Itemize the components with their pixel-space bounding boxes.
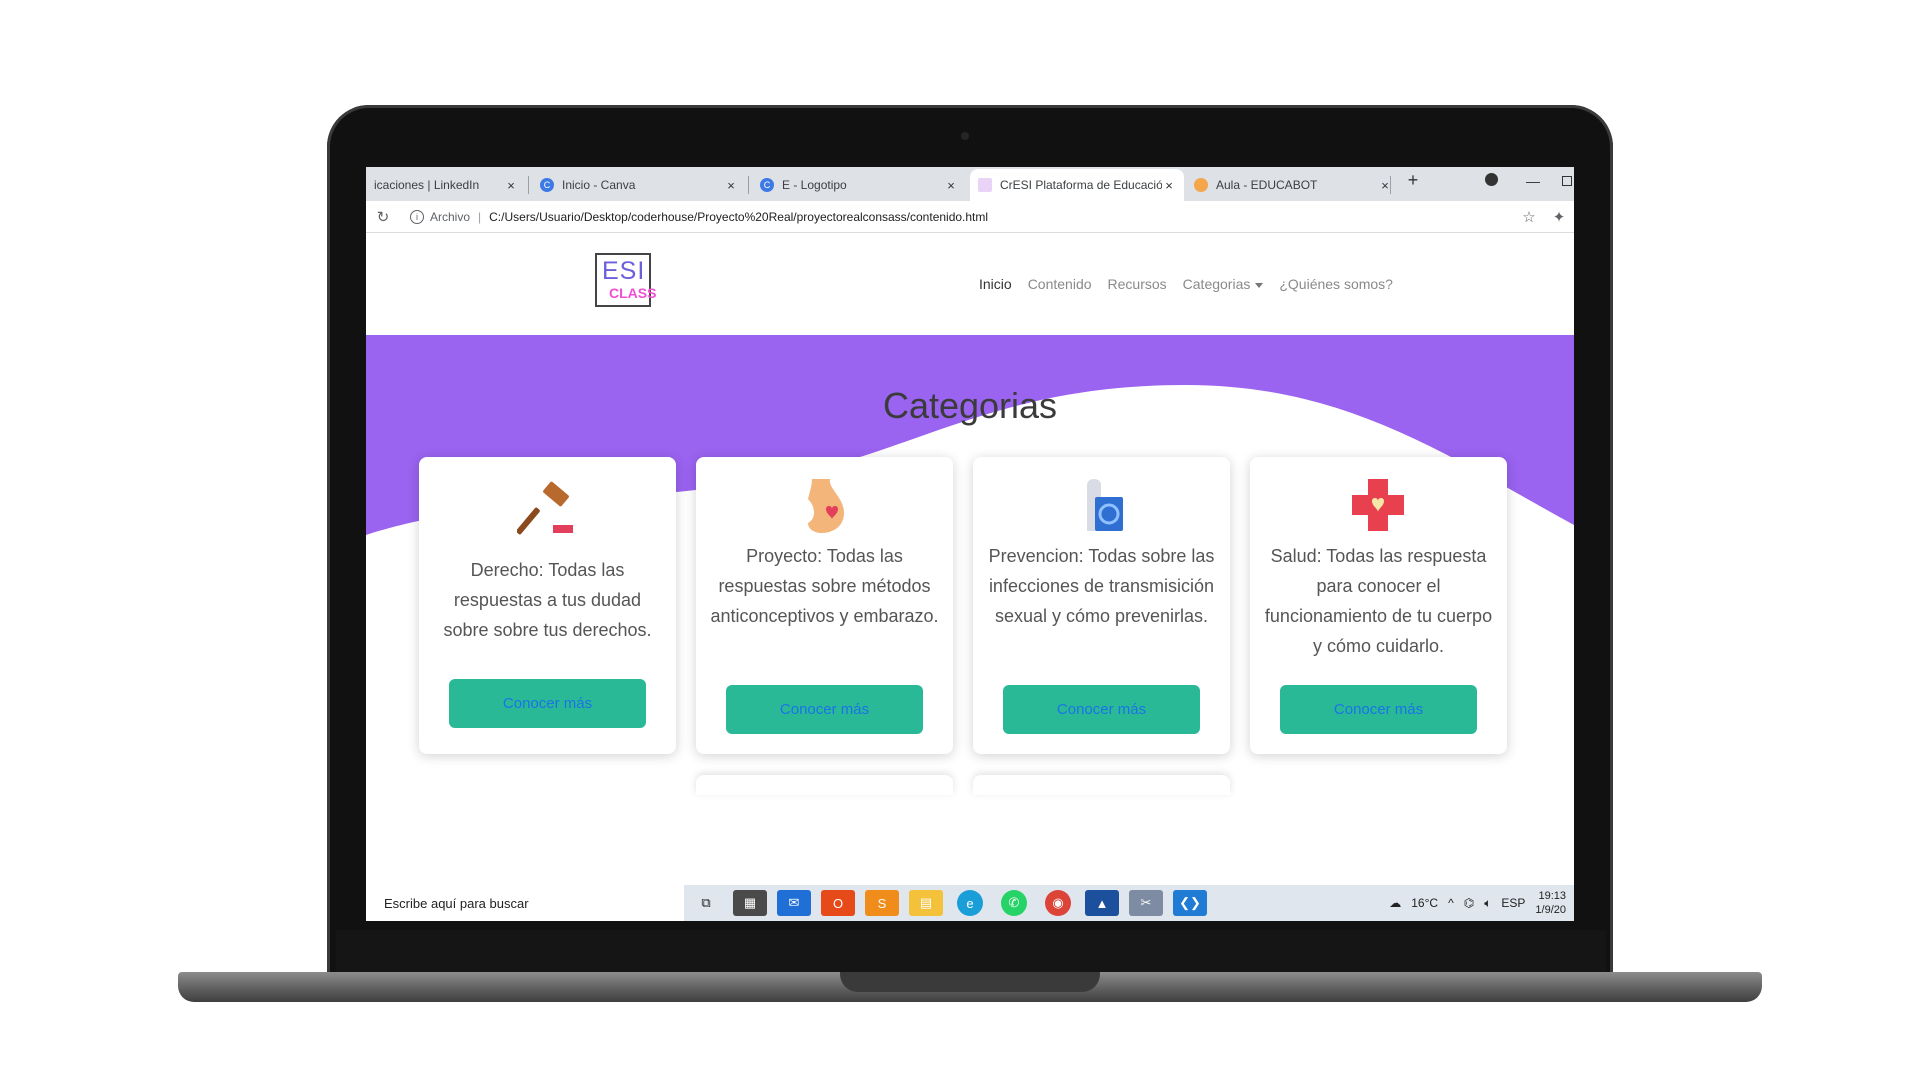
site-logo[interactable]: ESI CLASS xyxy=(595,253,656,307)
logo-text-class: CLASS xyxy=(609,285,657,301)
caret-down-icon xyxy=(1255,282,1264,288)
educabot-icon xyxy=(1194,178,1208,192)
tab-separator xyxy=(1390,176,1391,194)
extensions-puzzle-icon[interactable]: ✦ xyxy=(1544,208,1574,226)
url-input[interactable]: i Archivo | C:/Users/Usuario/Desktop/cod… xyxy=(400,205,1514,229)
card-partial xyxy=(973,775,1230,795)
edge-icon[interactable]: e xyxy=(957,890,983,916)
conocer-mas-button[interactable]: Conocer más xyxy=(1003,685,1200,734)
health-cross-icon xyxy=(1352,479,1404,531)
taskbar-search-input[interactable]: Escribe aquí para buscar xyxy=(366,885,684,921)
nav-link-contenido[interactable]: Contenido xyxy=(1028,276,1092,292)
task-view-icon[interactable]: ⧉ xyxy=(689,890,723,916)
url-text: C:/Users/Usuario/Desktop/coderhouse/Proy… xyxy=(489,209,989,224)
canva-icon: C xyxy=(540,178,554,192)
nav-dropdown-categorias[interactable]: Categorias xyxy=(1183,276,1264,292)
close-icon[interactable]: × xyxy=(724,178,738,193)
snipping-icon[interactable]: ✂ xyxy=(1129,890,1163,916)
clock-time: 19:13 xyxy=(1538,890,1566,902)
bookmark-star-icon[interactable]: ☆ xyxy=(1514,208,1544,226)
tab-separator xyxy=(748,176,749,194)
network-icon[interactable]: ⌬ xyxy=(1464,896,1474,910)
volume-icon[interactable]: 🔈︎ xyxy=(1484,896,1491,911)
whatsapp-icon[interactable]: ✆ xyxy=(1001,890,1027,916)
tab-title: icaciones | LinkedIn xyxy=(374,178,480,192)
webcam xyxy=(961,132,969,140)
file-explorer-icon[interactable]: ▤ xyxy=(909,890,943,916)
nav-links: Inicio Contenido Recursos Categorias ¿Qu… xyxy=(979,276,1393,292)
tab-title: Inicio - Canva xyxy=(562,178,636,192)
tab-separator xyxy=(528,176,529,194)
system-tray: ☁ 16°C ^ ⌬ 🔈︎ ESP 19:13 1/9/20 xyxy=(1389,889,1574,917)
card-partial xyxy=(696,775,953,795)
category-card-prevencion: Prevencion: Todas sobre las infecciones … xyxy=(973,457,1230,754)
gavel-icon xyxy=(517,481,573,535)
category-card-derecho: Derecho: Todas las respuestas a tus duda… xyxy=(419,457,676,754)
tab-canva-logotipo[interactable]: C E - Logotipo × xyxy=(752,169,966,201)
condom-icon xyxy=(1087,479,1123,531)
close-icon[interactable]: × xyxy=(1162,178,1176,193)
nav-dropdown-label: Categorias xyxy=(1182,276,1251,292)
conocer-mas-button[interactable]: Conocer más xyxy=(449,679,646,728)
divider: | xyxy=(478,209,482,224)
language-indicator[interactable]: ESP xyxy=(1501,896,1525,910)
canva-icon: C xyxy=(760,178,774,192)
mail-icon[interactable]: ✉ xyxy=(777,890,811,916)
office-icon[interactable]: O xyxy=(821,890,855,916)
minimize-button[interactable]: — xyxy=(1522,173,1544,189)
address-bar: ↻ i Archivo | C:/Users/Usuario/Desktop/c… xyxy=(366,201,1574,233)
conocer-mas-button[interactable]: Conocer más xyxy=(726,685,923,734)
nav-link-recursos[interactable]: Recursos xyxy=(1108,276,1167,292)
laptop-base-notch xyxy=(840,972,1100,992)
logo-text-esi: ESI xyxy=(602,257,646,285)
info-icon[interactable]: i xyxy=(410,209,424,224)
temperature[interactable]: 16°C xyxy=(1411,896,1438,910)
clock[interactable]: 19:13 1/9/20 xyxy=(1535,889,1566,917)
browser-tab-bar: icaciones | LinkedIn × C Inicio - Canva … xyxy=(366,167,1574,201)
tab-title: E - Logotipo xyxy=(782,178,847,192)
tab-title: Aula - EDUCABOT xyxy=(1216,178,1318,192)
close-icon[interactable]: × xyxy=(944,178,958,193)
sublime-icon[interactable]: S xyxy=(865,890,899,916)
card-text: Derecho: Todas las respuestas a tus duda… xyxy=(443,560,652,640)
card-text: Prevencion: Todas sobre las infecciones … xyxy=(988,546,1215,626)
laptop-bezel-bottom xyxy=(336,930,1606,972)
chrome-icon[interactable]: ◉ xyxy=(1045,890,1071,916)
maximize-button[interactable] xyxy=(1556,173,1574,189)
tab-title: CrESI Plataforma de Educació xyxy=(1000,178,1162,192)
tab-educabot[interactable]: Aula - EDUCABOT × xyxy=(1186,169,1400,201)
laptop-screen: icaciones | LinkedIn × C Inicio - Canva … xyxy=(366,167,1574,921)
conocer-mas-button[interactable]: Conocer más xyxy=(1280,685,1477,734)
weather-icon[interactable]: ☁ xyxy=(1389,896,1401,910)
photos-icon[interactable]: ▲ xyxy=(1085,890,1119,916)
tab-linkedin[interactable]: icaciones | LinkedIn × xyxy=(366,169,526,201)
card-text: Proyecto: Todas las respuestas sobre mét… xyxy=(710,546,939,626)
web-page: ESI CLASS Inicio Contenido Recursos Cate… xyxy=(366,233,1574,885)
category-card-proyecto: Proyecto: Todas las respuestas sobre mét… xyxy=(696,457,953,754)
tab-canva-inicio[interactable]: C Inicio - Canva × xyxy=(532,169,746,201)
windows-taskbar: Escribe aquí para buscar ⧉ ▦ ✉ O S ▤ e ✆… xyxy=(366,885,1574,921)
profile-icon[interactable] xyxy=(1480,173,1502,189)
pregnant-belly-icon xyxy=(808,479,844,533)
nav-link-inicio[interactable]: Inicio xyxy=(979,276,1012,292)
category-cards: Derecho: Todas las respuestas a tus duda… xyxy=(366,457,1574,795)
vscode-icon[interactable]: ❮❯ xyxy=(1173,890,1207,916)
page-icon xyxy=(978,178,992,192)
card-text: Salud: Todas las respuesta para conocer … xyxy=(1264,546,1493,656)
reload-icon[interactable]: ↻ xyxy=(366,208,400,226)
site-navbar: ESI CLASS Inicio Contenido Recursos Cate… xyxy=(366,233,1574,335)
chevron-up-icon[interactable]: ^ xyxy=(1448,896,1454,910)
clock-date: 1/9/20 xyxy=(1535,904,1566,916)
store-icon[interactable]: ▦ xyxy=(733,890,767,916)
stage: icaciones | LinkedIn × C Inicio - Canva … xyxy=(0,0,1920,1080)
close-icon[interactable]: × xyxy=(504,178,518,193)
section-title: Categorias xyxy=(882,385,1058,426)
category-card-salud: Salud: Todas las respuesta para conocer … xyxy=(1250,457,1507,754)
nav-link-quienes-somos[interactable]: ¿Quiénes somos? xyxy=(1279,276,1393,292)
tab-cresi[interactable]: CrESI Plataforma de Educació × xyxy=(970,169,1184,201)
file-scheme-label: Archivo xyxy=(430,209,471,224)
new-tab-button[interactable]: + xyxy=(1402,170,1424,191)
